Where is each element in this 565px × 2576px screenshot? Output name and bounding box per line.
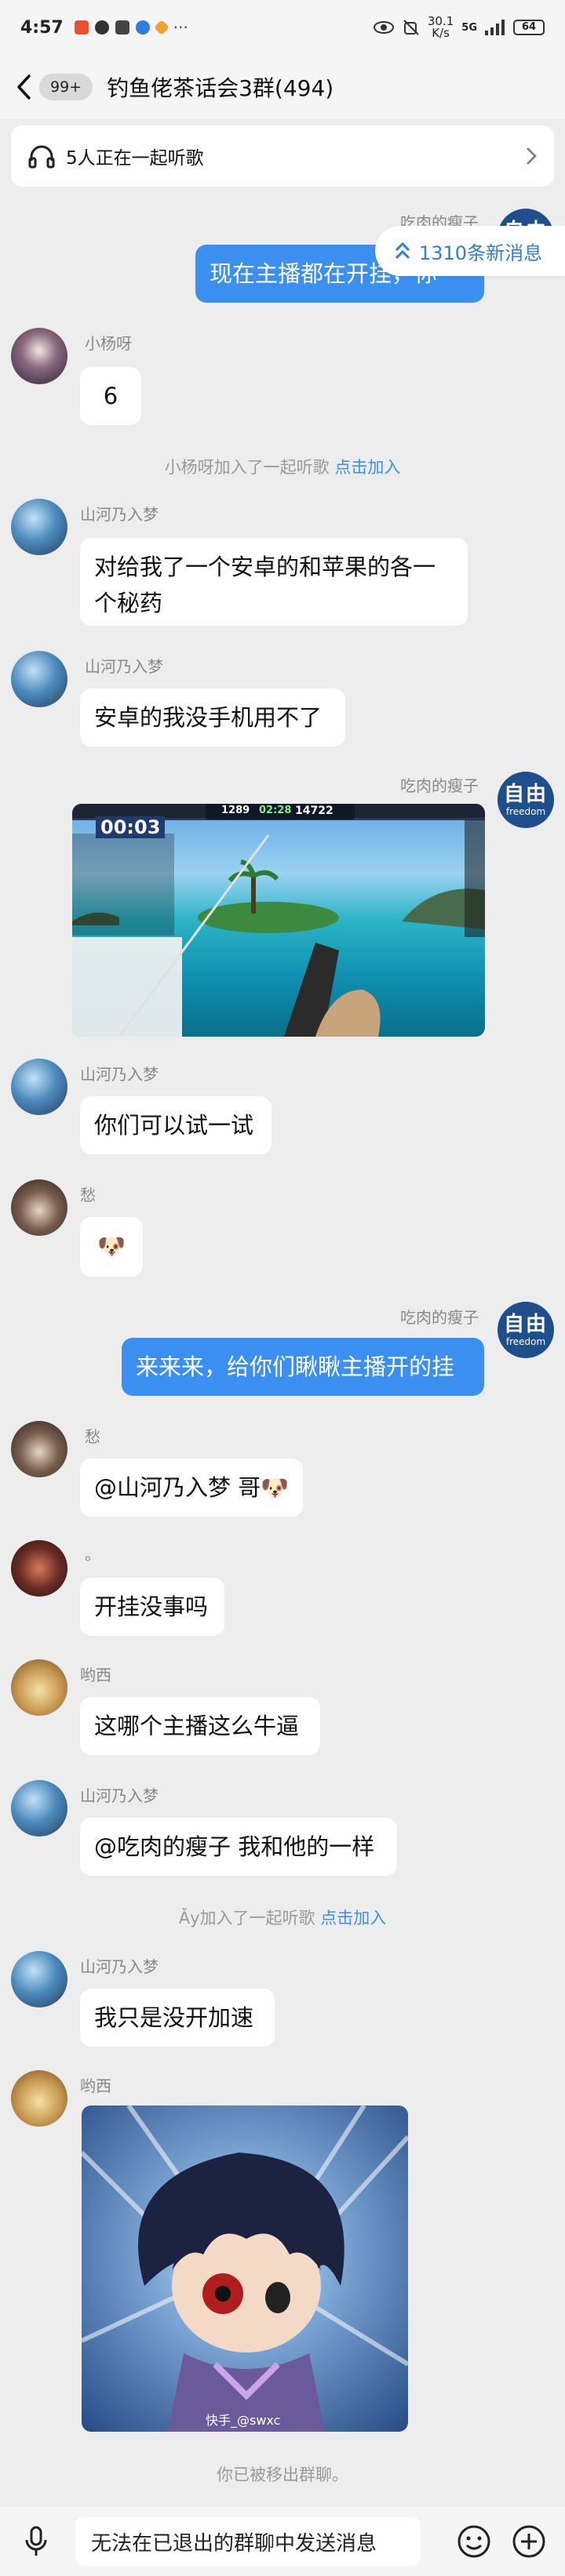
voice-button[interactable] — [16, 2521, 56, 2562]
sender-name: 哟西 — [80, 2076, 111, 2095]
new-messages-button[interactable]: 1310条新消息 — [375, 226, 565, 276]
join-listen-link[interactable]: 点击加入 — [320, 1909, 386, 1927]
avatar-text: 自由 — [503, 1313, 548, 1336]
removed-from-group-note: 你已被移出群聊。 — [217, 2465, 348, 2484]
fishing-game-scene — [72, 804, 485, 1037]
join-listen-link[interactable]: 点击加入 — [334, 458, 400, 477]
new-messages-label: 1310条新消息 — [419, 242, 543, 264]
battery-icon: 64 — [513, 20, 545, 35]
avatar[interactable] — [11, 1659, 67, 1716]
message-bubble[interactable]: 🐶 — [80, 1217, 143, 1277]
message-bubble[interactable]: 安卓的我没手机用不了 — [80, 689, 345, 747]
sender-name: 。 — [85, 1545, 100, 1564]
system-note-text: 小杨呀加入了一起听歌 — [164, 458, 335, 477]
double-chevron-up-icon — [395, 242, 410, 260]
chat-header: 99+ 钓鱼佬茶话会3群(494) — [0, 55, 565, 119]
app2-notification-icon — [153, 20, 170, 35]
message-bubble[interactable]: 来来来，给你们瞅瞅主播开的挂 — [122, 1338, 484, 1396]
message-bubble[interactable]: 你们可以试一试 — [80, 1096, 272, 1154]
status-bar: 4:57 ··· 30.1 K/s 5G 64 — [0, 0, 565, 55]
sender-name: 小杨呀 — [85, 334, 132, 353]
app-notification-icon — [135, 20, 150, 35]
avatar-subtext: freedom — [505, 806, 546, 817]
avatar[interactable]: 自由 freedom — [498, 1302, 554, 1358]
status-time: 4:57 — [20, 17, 64, 38]
chevron-right-icon — [527, 147, 537, 165]
avatar[interactable] — [11, 1540, 67, 1597]
avatar[interactable]: 自由 freedom — [498, 772, 554, 828]
signal-icon — [485, 20, 505, 35]
hud-timer: 02:28 — [259, 805, 292, 816]
message-bubble[interactable]: @山河乃入梦 哥🐶 — [80, 1459, 303, 1517]
message-input-disabled: 无法在已退出的群聊中发送消息 — [75, 2517, 421, 2566]
avatar[interactable] — [11, 1059, 67, 1115]
avatar-subtext: freedom — [505, 1336, 546, 1347]
sender-name: 哟西 — [80, 1666, 111, 1684]
avatar[interactable] — [11, 1421, 67, 1477]
sender-name: 山河乃入梦 — [80, 1065, 159, 1084]
fishing-game-screenshot[interactable]: 1289 02:28 14722 00:03 — [72, 804, 485, 1037]
net-speed-unit: K/s — [432, 26, 450, 40]
plus-circle-icon — [512, 2525, 545, 2558]
eye-icon — [373, 21, 394, 34]
message-bubble[interactable]: 这哪个主播这么牛逼 — [80, 1697, 320, 1755]
sender-name: 愁 — [85, 1427, 100, 1446]
upload-notification-icon — [115, 20, 129, 35]
sender-name: 吃肉的瘦子 — [400, 1308, 479, 1327]
more-notifications-icon: ··· — [173, 18, 188, 37]
hud-coins: 14722 — [295, 805, 334, 817]
message-bubble[interactable]: 6 — [80, 367, 141, 425]
headphones-icon — [28, 145, 55, 169]
avatar[interactable] — [11, 1951, 67, 2007]
avatar-text: 自由 — [503, 783, 548, 806]
mute-icon — [403, 20, 419, 35]
system-note: 小杨呀加入了一起听歌 点击加入 — [0, 455, 565, 478]
add-button[interactable] — [508, 2521, 549, 2562]
unread-count-badge[interactable]: 99+ — [39, 74, 93, 100]
avatar[interactable] — [11, 1179, 67, 1236]
sender-name: 吃肉的瘦子 — [400, 776, 479, 795]
sender-name: 山河乃入梦 — [80, 1786, 159, 1805]
sender-name: 山河乃入梦 — [80, 1957, 159, 1976]
message-bubble[interactable]: @吃肉的瘦子 我和他的一样 — [80, 1818, 397, 1876]
avatar[interactable] — [11, 2070, 67, 2127]
avatar[interactable] — [11, 651, 67, 707]
back-button[interactable] — [16, 71, 39, 103]
chat-title: 钓鱼佬茶话会3群(494) — [107, 75, 334, 101]
emoji-icon — [457, 2525, 490, 2558]
input-bar: 无法在已退出的群聊中发送消息 — [0, 2507, 565, 2576]
chevron-left-icon — [17, 74, 31, 100]
sender-name: 山河乃入梦 — [80, 505, 159, 524]
avatar[interactable] — [11, 1780, 67, 1837]
anime-character-art — [82, 2105, 408, 2432]
avatar[interactable] — [11, 328, 67, 384]
hud-score: 1289 — [221, 805, 250, 816]
net-speed: 30.1 K/s — [428, 16, 454, 39]
message-bubble[interactable]: 开挂没事吗 — [80, 1578, 224, 1636]
disabled-input-text: 无法在已退出的群聊中发送消息 — [91, 2531, 377, 2556]
listen-together-label: 5人正在一起听歌 — [66, 148, 204, 169]
message-notification-icon — [94, 20, 109, 35]
image-watermark: 快手_@swxc — [206, 2413, 281, 2428]
weibo-notification-icon — [74, 20, 89, 35]
system-note: 你已被移出群聊。 — [0, 2462, 565, 2486]
sender-name: 山河乃入梦 — [85, 657, 163, 676]
message-bubble[interactable]: 对给我了一个安卓的和苹果的各一个秘药 — [80, 538, 468, 626]
avatar[interactable] — [11, 499, 67, 555]
system-note-text: Ǎy加入了一起听歌 — [178, 1909, 321, 1927]
message-bubble[interactable]: 我只是没开加速 — [80, 1989, 275, 2047]
system-note: Ǎy加入了一起听歌 点击加入 — [0, 1906, 565, 1929]
listen-together-bar[interactable]: 5人正在一起听歌 — [11, 125, 554, 187]
emoji-button[interactable] — [454, 2521, 494, 2562]
anime-character-image[interactable]: 快手_@swxc — [82, 2105, 408, 2432]
signal-label: 5G — [461, 21, 477, 34]
sender-name: 愁 — [80, 1186, 96, 1204]
hud-big-timer: 00:03 — [96, 816, 166, 838]
microphone-icon — [25, 2526, 47, 2556]
